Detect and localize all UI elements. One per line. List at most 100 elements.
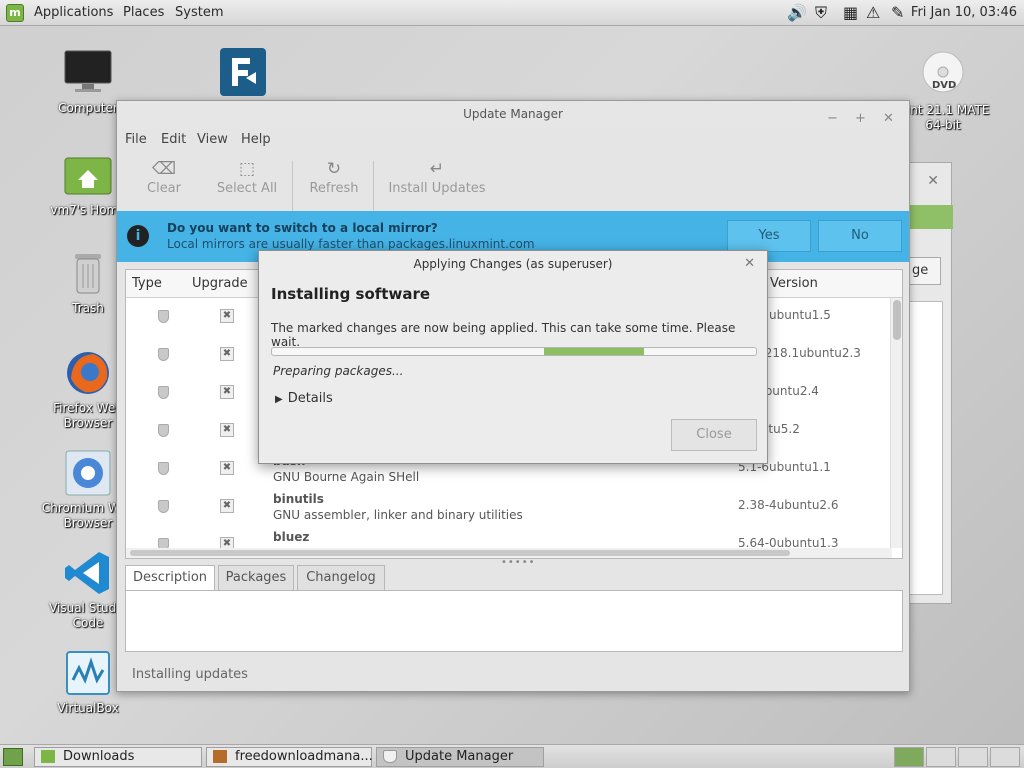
desktop-icon-label: VirtualBox [57,701,119,715]
mirror-yes-button[interactable]: Yes [727,220,811,252]
home-folder-icon [63,150,113,200]
info-icon: i [127,225,149,247]
fdm-icon[interactable] [220,48,266,96]
tab-changelog[interactable]: Changelog [297,565,385,591]
package-version: 2.38-4ubuntu2.6 [738,498,839,512]
clock[interactable]: Fri Jan 10, 03:46 [911,5,1017,20]
background-panel [909,301,943,595]
keyboard-icon[interactable]: ▦ [843,3,858,23]
select-all-icon: ⬚ [238,159,256,179]
task-update-manager[interactable]: Update Manager [376,747,544,767]
upgrade-checkbox[interactable]: ✖ [220,499,234,513]
package-description: GNU assembler, linker and binary utiliti… [273,508,523,522]
install-updates-button[interactable]: ↵ Install Updates [387,155,487,211]
workspace-1[interactable] [894,747,924,767]
close-button[interactable]: Close [671,419,757,451]
shield-icon[interactable]: ⛨ [815,3,827,23]
network-icon[interactable]: ✎ [891,3,904,23]
shield-icon [158,462,169,475]
close-icon[interactable]: ✕ [744,251,755,277]
show-desktop-icon[interactable] [3,748,23,766]
upgrade-checkbox[interactable]: ✖ [220,347,234,361]
window-titlebar[interactable]: Update Manager − + ✕ [117,101,909,129]
task-label: Downloads [63,749,135,764]
shield-icon [383,750,397,763]
virtualbox-icon [63,648,113,698]
green-strip [909,205,953,229]
upgrade-checkbox[interactable]: ✖ [220,461,234,475]
progress-bar [271,347,757,356]
package-name: binutils [273,492,324,506]
shield-icon [158,500,169,513]
menu-edit[interactable]: Edit [161,132,186,147]
close-icon[interactable]: ✕ [927,173,939,189]
upgrade-checkbox[interactable]: ✖ [220,385,234,399]
mirror-no-button[interactable]: No [818,220,902,252]
dvd-icon: DVD [918,50,968,100]
workspace-4[interactable] [990,747,1020,767]
package-name: bluez [273,530,310,544]
shield-icon [158,386,169,399]
menu-places[interactable]: Places [123,5,164,20]
column-version[interactable]: Version [770,276,818,291]
toolbar-separator [373,161,374,211]
package-description: GNU Bourne Again SHell [273,470,420,484]
clear-label: Clear [147,181,181,196]
upgrade-checkbox[interactable]: ✖ [220,309,234,323]
clear-button[interactable]: ⌫ Clear [137,155,191,211]
package-icon [213,750,227,763]
folder-icon [41,750,55,763]
trash-icon [63,248,113,298]
background-button[interactable]: ge [909,257,941,285]
vertical-scrollbar[interactable] [890,298,902,548]
dialog-message: The marked changes are now being applied… [271,321,736,349]
shield-icon [158,310,169,323]
update-icon[interactable]: ⚠ [866,3,880,23]
progress-fill [544,348,644,355]
menubar: File Edit View Help [117,129,909,155]
column-type[interactable]: Type [132,276,162,291]
volume-icon[interactable]: 🔊 [787,3,807,23]
mirror-subtext: Local mirrors are usually faster than pa… [167,237,535,251]
column-upgrade[interactable]: Upgrade [192,276,248,291]
workspace-3[interactable] [958,747,988,767]
applying-changes-dialog[interactable]: Applying Changes (as superuser) ✕ Instal… [258,250,768,464]
details-label: Details [287,391,333,406]
refresh-icon: ↻ [326,159,342,179]
workspace-2[interactable] [926,747,956,767]
upgrade-checkbox[interactable]: ✖ [220,423,234,437]
firefox-icon [63,348,113,398]
dialog-title: Applying Changes (as superuser) [413,257,613,271]
tab-packages[interactable]: Packages [218,565,294,591]
install-label: Install Updates [388,181,486,196]
dialog-heading: Installing software [271,285,431,303]
toolbar: ⌫ Clear ⬚ Select All ↻ Refresh ↵ Install… [117,155,909,211]
tab-description[interactable]: Description [125,565,215,591]
refresh-button[interactable]: ↻ Refresh [305,155,363,211]
select-all-label: Select All [216,181,278,196]
mint-menu-icon[interactable]: m [6,4,24,22]
toolbar-separator [292,161,293,211]
menu-system[interactable]: System [175,5,223,20]
dialog-titlebar[interactable]: Applying Changes (as superuser) ✕ [259,251,767,277]
table-row[interactable]: ✖ binutils GNU assembler, linker and bin… [126,488,892,526]
menu-file[interactable]: File [125,132,147,147]
bottom-panel: Downloads freedownloadmana... Update Man… [0,744,1024,768]
clear-icon: ⌫ [151,159,177,179]
task-label: freedownloadmana... [235,749,373,764]
mirror-question: Do you want to switch to a local mirror? [167,221,438,235]
details-expander[interactable]: ▶ Details [275,391,333,406]
task-downloads[interactable]: Downloads [34,747,202,767]
menu-view[interactable]: View [197,132,228,147]
status-text: Installing updates [132,667,248,682]
progress-status: Preparing packages... [273,364,404,378]
select-all-button[interactable]: ⬚ Select All [215,155,279,211]
top-panel: m Applications Places System 🔊 ⛨ ▦ ⚠ ✎ F… [0,0,1024,26]
scroll-thumb[interactable] [130,550,790,556]
scroll-thumb[interactable] [893,300,901,340]
menu-help[interactable]: Help [241,132,271,147]
menu-applications[interactable]: Applications [34,5,113,20]
task-freedownloadmanager[interactable]: freedownloadmana... [206,747,373,767]
refresh-label: Refresh [309,181,359,196]
pane-resize-grip[interactable]: ••••• [501,557,536,568]
